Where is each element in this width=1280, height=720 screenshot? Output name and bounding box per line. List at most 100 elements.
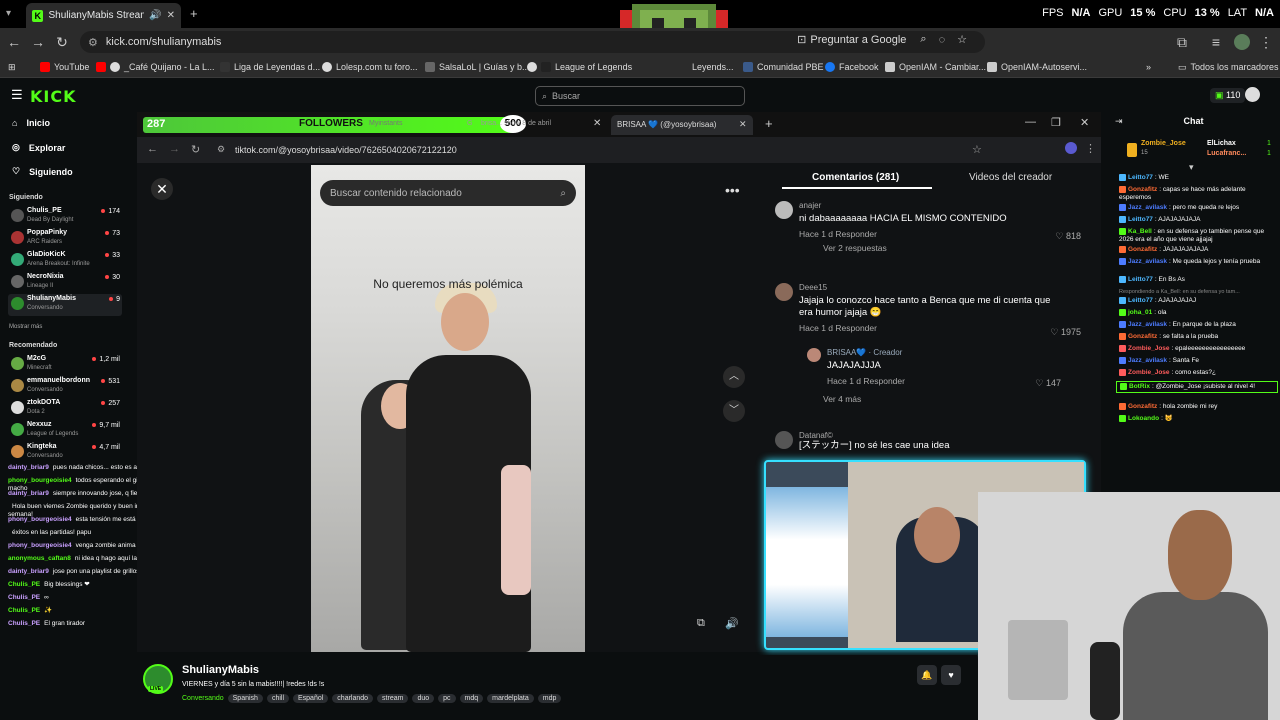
apps-icon[interactable]: ⊞ — [8, 59, 16, 75]
chat-username[interactable]: Leitto77 — [1128, 276, 1153, 283]
eye-off-icon[interactable]: ◌ — [939, 34, 946, 46]
show-more-link[interactable]: Mostrar más — [9, 324, 42, 330]
chat-username[interactable]: Jazz_avilask — [1128, 321, 1167, 328]
overlay-chat-user: Chulis_PE — [8, 607, 41, 614]
chat-username[interactable]: Gonzafitz — [1128, 403, 1157, 410]
browser-tab-kick[interactable]: K ShulianyMabis Stream - W 🔊 ✕ — [26, 3, 181, 28]
stream-tag[interactable]: pc — [438, 694, 456, 703]
stream-tag[interactable]: charlando — [332, 694, 374, 703]
stream-tag[interactable]: Español — [293, 694, 329, 703]
media-icon[interactable]: ≡ — [1208, 34, 1224, 50]
bookmark-lol[interactable]: League of Legends — [527, 59, 632, 75]
address-bar[interactable]: ⚙ kick.com/shulianymabis ⊡ Preguntar a G… — [80, 31, 985, 53]
youtube-icon — [40, 62, 50, 72]
bookmark-openiam2[interactable]: OpenIAM-Autoservi... — [987, 59, 1087, 75]
chat-username[interactable]: Leitto77 — [1128, 297, 1153, 304]
chat-username[interactable]: Leitto77 — [1128, 174, 1153, 181]
streamer-name[interactable]: ShulianyMabis — [182, 664, 259, 676]
chat-username[interactable]: Leitto77 — [1128, 216, 1153, 223]
tab-audio-icon[interactable]: 🔊 — [149, 10, 161, 21]
reload-icon[interactable]: ↻ — [54, 34, 70, 50]
recommended-item[interactable]: M2cG Minecraft 1,2 mil — [8, 354, 122, 376]
forward-icon[interactable]: → — [30, 34, 46, 50]
new-tab-button[interactable]: + — [190, 6, 198, 21]
recommended-item[interactable]: Kingteka Conversando 4,7 mil — [8, 442, 122, 464]
chat-username[interactable]: Gonzafitz — [1128, 246, 1157, 253]
bookmark-cafe[interactable]: _Café Quijano - La L... — [96, 59, 215, 75]
zoom-icon[interactable]: ⌕ — [920, 33, 926, 46]
kick-logo[interactable]: KICK — [30, 87, 77, 106]
chat-username[interactable]: Jazz_avilask — [1128, 204, 1167, 211]
following-item[interactable]: GlaDioKicK Arena Breakout: Infinite 33 — [8, 250, 122, 272]
stream-category[interactable]: Conversando — [182, 695, 224, 702]
sidebar-item-inicio[interactable]: ⌂ Inicio — [12, 118, 50, 128]
kick-search-input[interactable]: ⌕ Buscar — [535, 86, 745, 106]
bookmark-youtube[interactable]: YouTube — [40, 59, 89, 75]
stream-tag[interactable]: mardelplata — [487, 694, 534, 703]
chat-username[interactable]: Gonzafitz — [1128, 333, 1157, 340]
chat-username[interactable]: Zombie_Jose — [1128, 369, 1170, 376]
profile-avatar[interactable] — [1234, 34, 1250, 50]
nav-label: Explorar — [28, 142, 66, 153]
hamburger-icon[interactable]: ☰ — [11, 87, 23, 103]
ask-google-button[interactable]: ⊡ Preguntar a Google ⌕ ◌ ☆ — [797, 33, 967, 46]
site-info-icon[interactable]: ⚙ — [88, 36, 98, 49]
following-item[interactable]: PoppaPinky ARC Raiders 73 — [8, 228, 122, 250]
menu-icon[interactable]: ⋮ — [1258, 34, 1274, 50]
followers-goal-bar: 287 FOLLOWERS 500 — [143, 115, 526, 133]
bookmark-openiam1[interactable]: OpenIAM - Cambiar... — [885, 59, 986, 75]
stream-tag[interactable]: duo — [412, 694, 435, 703]
chat-username[interactable]: BotRix — [1129, 383, 1150, 390]
chat-text: pero me queda re lejos — [1172, 204, 1240, 212]
points-badge[interactable]: ▣ 110 — [1210, 88, 1246, 103]
sidebar-item-explorar[interactable]: ◎ Explorar — [12, 142, 65, 153]
extensions-icon[interactable]: ⧉ — [1174, 34, 1190, 50]
chat-username[interactable]: Lokoando — [1128, 415, 1159, 422]
following-item-active[interactable]: ShulianyMabis Conversando 9 — [8, 294, 122, 316]
follow-heart-button[interactable]: ♥ — [941, 665, 961, 685]
back-icon[interactable]: ← — [6, 34, 22, 50]
stream-tag[interactable]: mdq — [459, 694, 484, 703]
bookmark-leyends[interactable]: Leyends... — [692, 59, 734, 75]
chat-username[interactable]: Jazz_avilask — [1128, 258, 1167, 265]
chat-username[interactable]: Zombie_Jose — [1128, 345, 1170, 352]
comment-meta: Hace 1 d Responder — [827, 376, 905, 386]
tab-close-icon[interactable]: ✕ — [167, 10, 175, 21]
tab-comments: Comentarios (281) — [812, 172, 900, 183]
bookmark-pbe[interactable]: Comunidad PBE — [743, 59, 824, 75]
chat-username[interactable]: joha_01 — [1128, 309, 1152, 316]
following-item[interactable]: Chulis_PE Dead By Daylight 174 — [8, 206, 122, 228]
bookmarks-overflow-icon[interactable]: » — [1146, 59, 1151, 75]
chat-username[interactable]: Ka_Bell — [1128, 228, 1152, 235]
bookmark-salsalol[interactable]: SalsaLoL | Guías y b... — [425, 59, 530, 75]
bookmark-facebook[interactable]: Facebook — [825, 59, 879, 75]
gifter-name: ElLichax — [1207, 140, 1236, 147]
recommended-item[interactable]: Nexxuz League of Legends 9,7 mil — [8, 420, 122, 442]
points-value: 110 — [1226, 90, 1241, 100]
recommended-item[interactable]: emmanuelbordonn Conversando 531 — [8, 376, 122, 398]
kick-favicon-icon: K — [32, 9, 44, 22]
bookmark-label: Lolesp.com tu foro... — [336, 62, 418, 72]
chat-username[interactable]: Gonzafitz — [1128, 186, 1157, 193]
user-avatar[interactable] — [1245, 87, 1260, 102]
streamer-avatar[interactable]: LIVE — [143, 664, 173, 694]
following-item[interactable]: NecroNixia Lineage II 30 — [8, 272, 122, 294]
stream-tag[interactable]: stream — [377, 694, 409, 703]
all-bookmarks[interactable]: ▭ Todos los marcadores — [1178, 59, 1279, 75]
sidebar-item-siguiendo[interactable]: ♡ Siguiendo — [12, 166, 73, 177]
bookmark-lolesp[interactable]: Lolesp.com tu foro... — [322, 59, 418, 75]
chat-text: JAJAJAJAJAJA — [1162, 246, 1209, 254]
tab-list-icon[interactable]: ▾ — [6, 8, 11, 19]
channel-game: Conversando — [27, 387, 63, 393]
star-icon[interactable]: ☆ — [957, 33, 967, 46]
user-badge-icon — [1119, 345, 1126, 352]
recommended-item[interactable]: ztokDOTA Dota 2 257 — [8, 398, 122, 420]
stream-tag[interactable]: mdp — [537, 694, 562, 703]
chat-username[interactable]: Jazz_avilask — [1128, 357, 1167, 364]
notification-bell-button[interactable]: 🔔 — [917, 665, 937, 685]
inner-tab: Myinstants — [369, 120, 403, 127]
like-count: ♡ 1975 — [1050, 327, 1081, 337]
bookmark-liga[interactable]: Liga de Leyendas d... — [220, 59, 320, 75]
stream-tag[interactable]: Spanish — [227, 694, 263, 703]
stream-tag[interactable]: chill — [266, 694, 289, 703]
